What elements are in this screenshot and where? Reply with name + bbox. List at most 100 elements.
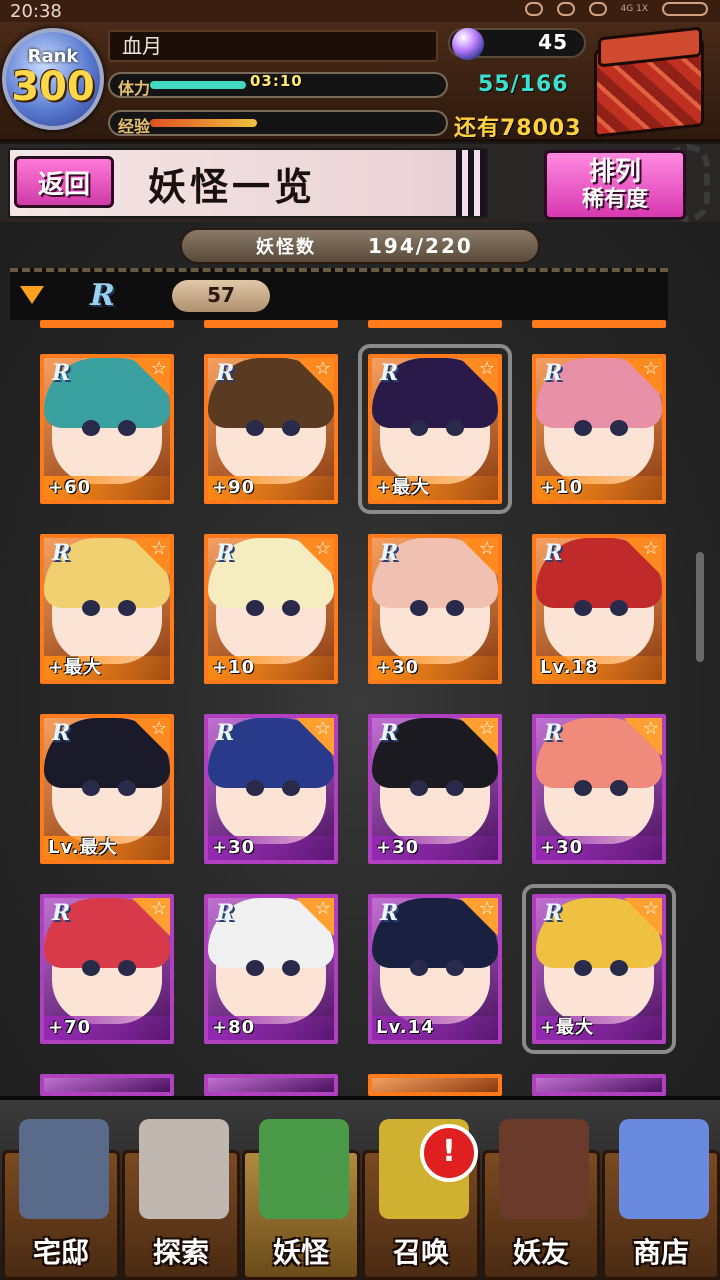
yokai-card[interactable]: ☆ R Lv.最大 [40,714,174,864]
yokai-card-partial[interactable] [40,320,174,328]
yokai-eye [82,600,100,616]
yokai-card-partial[interactable] [368,1074,502,1096]
card-badge: +最大 [44,656,170,680]
yokai-card[interactable]: ☆ R +30 [532,714,666,864]
scroll-icon [259,1119,349,1219]
yokai-eye [410,600,428,616]
yokai-card[interactable]: ☆ R Lv.14 [368,894,502,1044]
yokai-eye [282,780,300,796]
star-icon[interactable]: ☆ [479,358,495,379]
exp-fill [150,119,257,127]
yokai-card-partial[interactable] [204,1074,338,1096]
yokai-card[interactable]: ☆ R +最大 [522,884,676,1054]
yokai-eye [246,600,264,616]
yokai-card[interactable]: ☆ R +30 [368,534,502,684]
back-button[interactable]: 返回 [14,156,114,208]
star-icon[interactable]: ☆ [479,718,495,739]
yokai-eye [246,780,264,796]
yokai-card[interactable]: ☆ R +最大 [40,534,174,684]
yokai-eye [610,960,628,976]
gem-value: 45 [538,30,568,54]
star-icon[interactable]: ☆ [151,358,167,379]
nav-label: 妖怪 [272,1236,329,1269]
yokai-count-plate: 妖怪数 194/220 [180,228,540,264]
exp-bar: 经验 [108,110,448,136]
star-icon[interactable]: ☆ [315,718,331,739]
star-icon[interactable]: ☆ [315,898,331,919]
signal-icon [588,2,607,16]
status-bar: 20:38 4G 1X [0,0,720,22]
yokai-eye [118,780,136,796]
nav-label: 召唤 [392,1236,449,1269]
yokai-eye [574,600,592,616]
gem-orb-icon [452,28,484,60]
yokai-card[interactable]: ☆ R +70 [40,894,174,1044]
star-icon[interactable]: ☆ [151,538,167,559]
gem-counter[interactable]: 45 [448,28,586,60]
star-icon[interactable]: ☆ [151,898,167,919]
yokai-card-partial[interactable] [40,1074,174,1096]
nav-mansion[interactable]: 宅邸 [2,1119,120,1280]
nav-scroll[interactable]: 妖怪 [242,1119,360,1280]
yokai-card[interactable]: ☆ R +80 [204,894,338,1044]
stamina-fill [150,81,246,89]
nav-magnifier[interactable]: 探索 [122,1119,240,1280]
status-time: 20:38 [10,0,62,22]
yokai-card[interactable]: ☆ R Lv.18 [532,534,666,684]
rarity-r-icon: R [216,900,235,926]
yokai-card-partial[interactable] [368,320,502,328]
yokai-eye [446,780,464,796]
scrollbar[interactable] [696,552,704,662]
title-bar: 返回 妖怪一览 排列 稀有度 [0,144,720,222]
card-badge: +30 [372,656,498,680]
yokai-eye [282,960,300,976]
rarity-group-header[interactable]: R 57 [10,268,668,320]
collapse-triangle-icon [20,286,44,304]
yokai-card[interactable]: ☆ R +10 [532,354,666,504]
star-icon[interactable]: ☆ [643,358,659,379]
yokai-card-partial[interactable] [532,320,666,328]
yokai-card[interactable]: ☆ R +60 [40,354,174,504]
exp-label: 经验 [118,117,151,136]
yokai-eye [410,960,428,976]
sort-label: 排列 [588,157,641,187]
star-icon[interactable]: ☆ [151,718,167,739]
rarity-r-icon: R [52,720,71,746]
star-icon[interactable]: ☆ [479,538,495,559]
star-icon[interactable]: ☆ [643,898,659,919]
yokai-card[interactable]: ☆ R +30 [204,714,338,864]
yokai-eye [410,420,428,436]
present-box-button[interactable] [588,26,712,138]
yokai-count-value: 194/220 [368,234,473,258]
star-icon[interactable]: ☆ [315,358,331,379]
sort-button[interactable]: 排列 稀有度 [544,150,686,220]
rarity-r-icon: R [544,360,563,386]
friend-icon [499,1119,589,1219]
bottom-nav: 宅邸 探索 妖怪 召唤 妖友 商店 [0,1096,720,1280]
yokai-card[interactable]: ☆ R +90 [204,354,338,504]
star-icon[interactable]: ☆ [479,898,495,919]
yokai-eye [574,960,592,976]
star-icon[interactable]: ☆ [315,538,331,559]
card-badge: Lv.18 [536,656,662,680]
yokai-eye [118,420,136,436]
yokai-card-partial[interactable] [204,320,338,328]
rarity-r-icon: R [380,720,399,746]
rarity-r-icon: R [216,540,235,566]
summon-alert-badge: ! [420,1124,478,1182]
page-title: 妖怪一览 [148,164,317,209]
stamina-label: 体力 [118,79,151,98]
yokai-list[interactable]: 妖怪数 194/220 R 57 ☆ R +60 ☆ R +90 ☆ R +最大 ☆ R +10 ☆ R +… [0,222,720,1096]
yokai-card[interactable]: ☆ R +最大 [358,344,512,514]
yokai-card[interactable]: ☆ R +30 [368,714,502,864]
yokai-card[interactable]: ☆ R +10 [204,534,338,684]
nav-label: 宅邸 [32,1236,89,1269]
nav-orb[interactable]: 商店 [602,1119,720,1280]
card-badge: Lv.最大 [44,836,170,860]
yokai-card-partial[interactable] [532,1074,666,1096]
yokai-eye [82,960,100,976]
star-icon[interactable]: ☆ [643,718,659,739]
nav-friend[interactable]: 妖友 [482,1119,600,1280]
star-icon[interactable]: ☆ [643,538,659,559]
player-header: Rank 300 血月 体力 03:10 经验 45 55/166 还有7800… [0,22,720,142]
